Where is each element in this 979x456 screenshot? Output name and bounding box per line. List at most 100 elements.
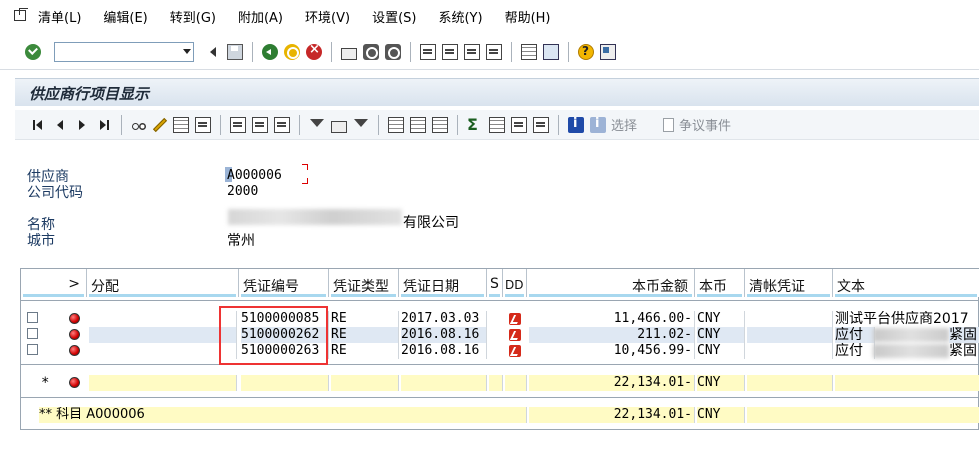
column-header-text[interactable]: 文本 <box>833 269 979 297</box>
column-header-doc-type[interactable]: 凭证类型 <box>329 269 399 297</box>
total-amount: 22,134.01- <box>529 407 695 423</box>
clearing-cell <box>747 343 833 359</box>
column-header-assignment[interactable]: 分配 <box>87 269 239 297</box>
row-checkbox[interactable] <box>27 312 38 323</box>
collapse-icon[interactable] <box>533 116 549 133</box>
column-doc-no-label: 凭证编号 <box>243 279 299 295</box>
name-value-suffix: 有限公司 <box>403 215 459 231</box>
help-icon[interactable] <box>578 43 594 60</box>
last-page-icon[interactable] <box>486 43 502 60</box>
filter-icon[interactable] <box>309 117 325 133</box>
standard-toolbar <box>0 34 979 70</box>
deselect-icon[interactable] <box>195 116 211 133</box>
select-layout-icon[interactable] <box>410 116 426 133</box>
menu-settings[interactable]: 设置(S) <box>372 7 416 26</box>
menu-extras[interactable]: 附加(A) <box>238 7 283 26</box>
city-label: 城市 <box>27 233 55 249</box>
toolbar-separator <box>558 114 559 135</box>
menu-help[interactable]: 帮助(H) <box>505 7 551 26</box>
subtotal-cell <box>747 375 833 391</box>
expand-icon[interactable] <box>511 116 527 133</box>
text-cell-tail: 紧固 <box>949 343 977 359</box>
doc-type-cell: RE <box>331 343 399 359</box>
layout-icon[interactable] <box>600 43 616 60</box>
document-overview-icon[interactable] <box>230 116 246 133</box>
doc-type-cell: RE <box>331 311 399 327</box>
next-page-icon[interactable] <box>464 43 480 60</box>
save-icon[interactable] <box>227 43 243 60</box>
toolbar-separator <box>252 41 253 62</box>
column-header-dd[interactable]: DD <box>503 269 527 297</box>
select-info-icon <box>590 116 606 133</box>
toolbar-separator <box>121 114 122 135</box>
display-icon[interactable] <box>131 117 147 133</box>
enter-icon[interactable] <box>25 43 41 60</box>
column-header-amount[interactable]: 本币金额 <box>527 269 695 297</box>
column-header-clearing[interactable]: 清帐凭证 <box>745 269 833 297</box>
menu-bar: 清单(L) 编辑(E) 转到(G) 附加(A) 环境(V) 设置(S) 系统(Y… <box>0 0 979 32</box>
doc-date-cell: 2016.08.16 <box>401 343 487 359</box>
column-header-doc-no[interactable]: 凭证编号 <box>239 269 329 297</box>
column-assignment-label: 分配 <box>91 279 119 295</box>
header-bar <box>331 294 396 297</box>
redacted-name <box>228 209 402 225</box>
subtotal-cell <box>489 375 503 391</box>
shortcut-icon[interactable] <box>543 43 559 60</box>
column-header-select[interactable]: > <box>21 269 87 297</box>
menu-goto[interactable]: 转到(G) <box>170 7 216 26</box>
next-item-icon[interactable] <box>74 117 90 133</box>
menu-list[interactable]: 清单(L) <box>38 7 81 26</box>
last-item-icon[interactable] <box>96 117 112 133</box>
subtotal-icon[interactable] <box>489 116 505 133</box>
exit-icon[interactable] <box>284 43 300 60</box>
change-pencil-icon[interactable] <box>152 117 168 132</box>
select-all-icon[interactable] <box>173 116 189 133</box>
vendor-value[interactable]: A000006 <box>227 168 282 183</box>
find-icon[interactable] <box>363 43 379 60</box>
prev-page-icon[interactable] <box>442 43 458 60</box>
change-layout-icon[interactable] <box>388 116 404 133</box>
first-page-icon[interactable] <box>420 43 436 60</box>
back-arrow-icon[interactable] <box>205 44 221 60</box>
amount-cell: 211.02- <box>529 327 695 343</box>
doc-date-cell: 2016.08.16 <box>401 327 487 343</box>
document-header-icon[interactable] <box>252 116 268 133</box>
save-layout-icon[interactable] <box>432 116 448 133</box>
doc-date-cell: 2017.03.03 <box>401 311 487 327</box>
toolbar-separator <box>457 114 458 135</box>
cancel-icon[interactable] <box>306 42 322 60</box>
print-preview-icon[interactable] <box>331 120 347 133</box>
print-icon[interactable] <box>341 47 357 60</box>
back-icon[interactable] <box>262 43 278 60</box>
toolbar-separator <box>568 41 569 62</box>
chevron-down-icon[interactable] <box>183 48 191 54</box>
menu-environment[interactable]: 环境(V) <box>305 7 350 26</box>
sort-filter-icon[interactable] <box>353 117 369 133</box>
create-session-icon[interactable] <box>521 43 537 60</box>
row-checkbox[interactable] <box>27 344 38 355</box>
toolbar-separator <box>511 41 512 62</box>
command-field[interactable] <box>54 41 194 62</box>
column-header-doc-date[interactable]: 凭证日期 <box>399 269 487 297</box>
status-red-icon <box>69 313 80 324</box>
header-bar <box>401 294 484 297</box>
find-next-icon[interactable] <box>385 43 401 60</box>
first-item-icon[interactable] <box>30 117 46 133</box>
total-cell <box>747 407 979 423</box>
status-red-icon <box>69 329 80 340</box>
company-code-value: 2000 <box>227 184 259 199</box>
notes-icon[interactable] <box>274 116 290 133</box>
grid-divider <box>21 397 978 398</box>
system-menu-icon[interactable] <box>12 8 30 24</box>
sum-icon[interactable]: Σ <box>467 116 483 133</box>
header-bar <box>529 294 692 297</box>
menu-edit[interactable]: 编辑(E) <box>103 7 147 26</box>
column-header-s[interactable]: S <box>487 269 503 297</box>
column-header-currency[interactable]: 本币 <box>695 269 745 297</box>
row-checkbox[interactable] <box>27 328 38 339</box>
previous-item-icon[interactable] <box>52 117 68 133</box>
subtotal-cell <box>89 375 237 391</box>
grid-divider <box>21 364 978 365</box>
info-icon[interactable] <box>568 116 584 133</box>
menu-system[interactable]: 系统(Y) <box>438 7 482 26</box>
